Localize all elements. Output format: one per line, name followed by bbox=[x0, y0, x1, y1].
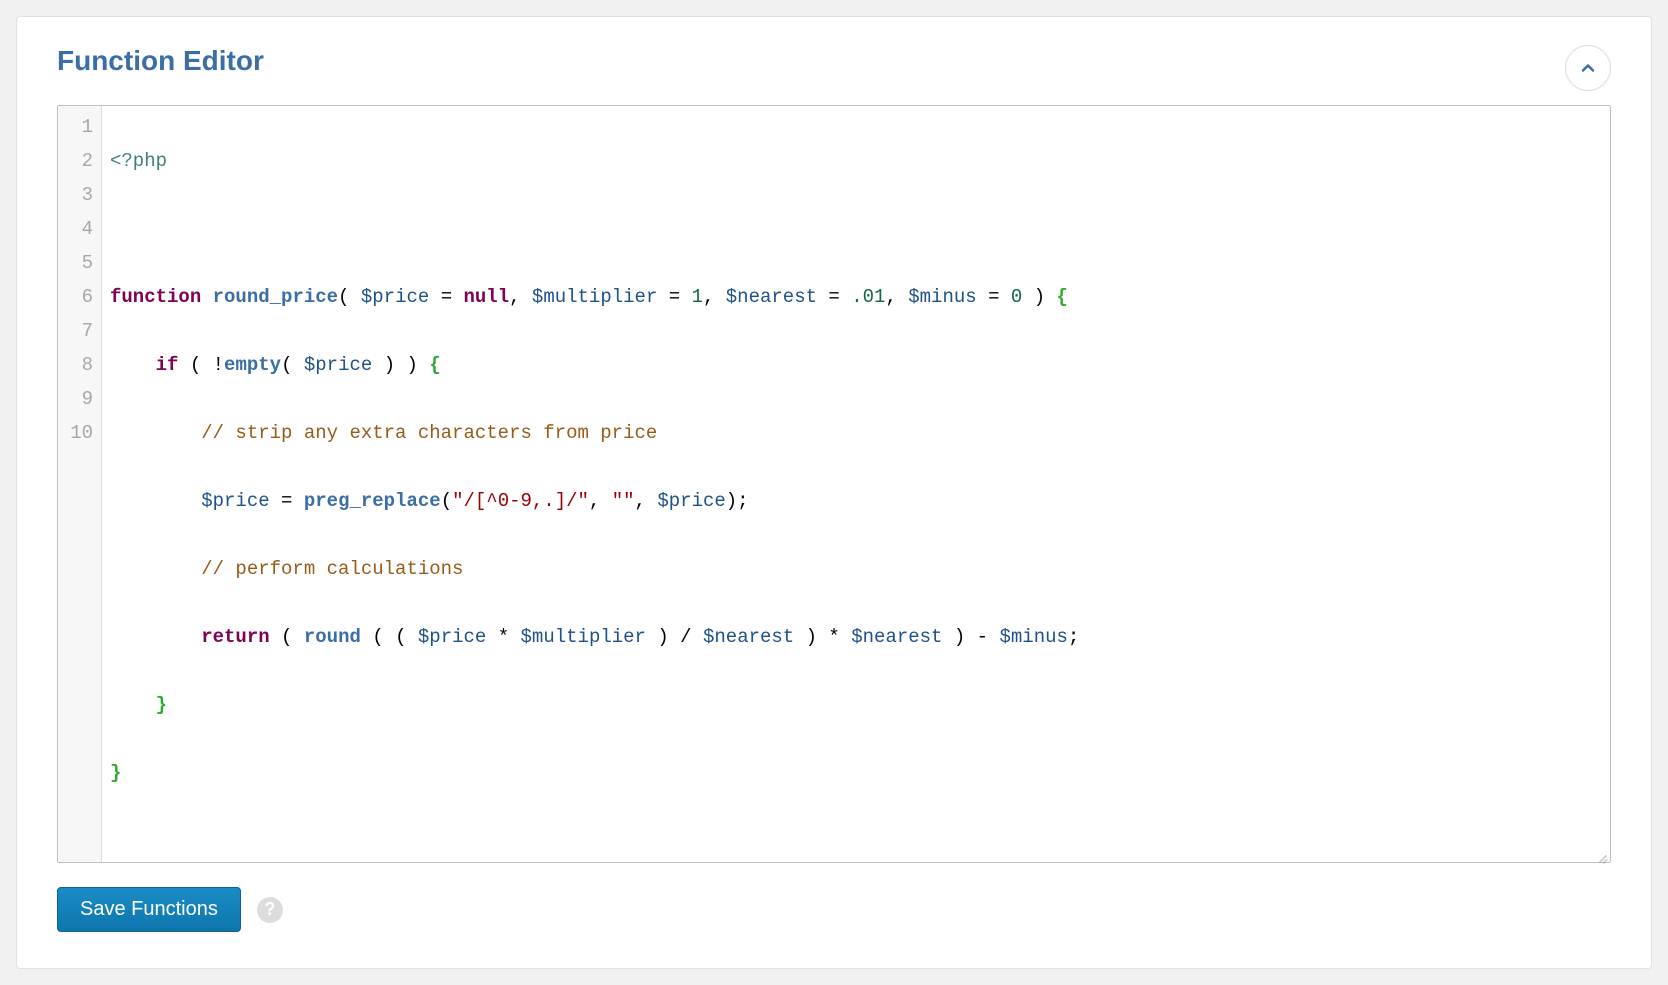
line-number: 2 bbox=[58, 144, 93, 178]
line-number: 8 bbox=[58, 348, 93, 382]
code-line: <?php bbox=[110, 144, 1602, 178]
line-number: 9 bbox=[58, 382, 93, 416]
line-number: 10 bbox=[58, 416, 93, 450]
code-line: } bbox=[110, 756, 1602, 790]
code-editor[interactable]: 1 2 3 4 5 6 7 8 9 10 <?php function roun… bbox=[57, 105, 1611, 863]
save-functions-button[interactable]: Save Functions bbox=[57, 887, 241, 932]
function-editor-panel: Function Editor 1 2 3 4 5 6 7 8 9 10 <?p… bbox=[16, 16, 1652, 969]
help-icon[interactable]: ? bbox=[257, 897, 283, 923]
panel-title: Function Editor bbox=[57, 45, 1611, 77]
line-number: 3 bbox=[58, 178, 93, 212]
line-number: 5 bbox=[58, 246, 93, 280]
collapse-button[interactable] bbox=[1565, 45, 1611, 91]
code-line: if ( !empty( $price ) ) { bbox=[110, 348, 1602, 382]
code-line: // perform calculations bbox=[110, 552, 1602, 586]
code-line: return ( round ( ( $price * $multiplier … bbox=[110, 620, 1602, 654]
code-line: // strip any extra characters from price bbox=[110, 416, 1602, 450]
code-line: $price = preg_replace("/[^0-9,.]/", "", … bbox=[110, 484, 1602, 518]
code-line: function round_price( $price = null, $mu… bbox=[110, 280, 1602, 314]
line-number: 1 bbox=[58, 110, 93, 144]
code-line: } bbox=[110, 688, 1602, 722]
line-number: 6 bbox=[58, 280, 93, 314]
code-line bbox=[110, 212, 1602, 246]
line-number: 4 bbox=[58, 212, 93, 246]
code-area[interactable]: <?php function round_price( $price = nul… bbox=[102, 106, 1610, 862]
line-number-gutter: 1 2 3 4 5 6 7 8 9 10 bbox=[58, 106, 102, 862]
actions-row: Save Functions ? bbox=[57, 887, 1611, 932]
chevron-up-icon bbox=[1578, 58, 1598, 78]
line-number: 7 bbox=[58, 314, 93, 348]
resize-handle[interactable] bbox=[1594, 846, 1608, 860]
